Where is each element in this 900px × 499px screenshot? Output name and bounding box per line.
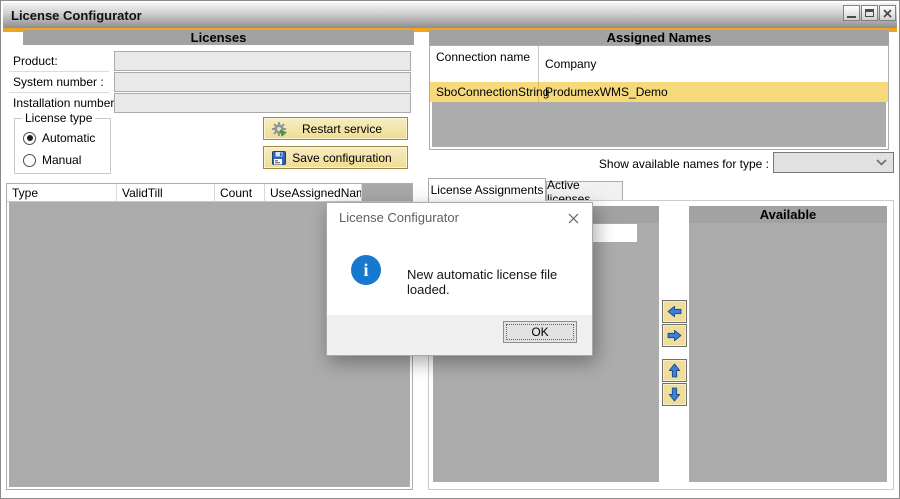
divider	[9, 92, 109, 93]
assigned-names-panel-header: Assigned Names	[429, 30, 889, 45]
arrow-up-icon	[668, 363, 681, 378]
licenses-table-header: Type ValidTill Count UseAssignedName	[7, 184, 412, 202]
type-filter-dropdown[interactable]	[773, 152, 894, 173]
save-configuration-label: Save configuration	[287, 151, 407, 165]
assigned-names-table-header: Connection name Company	[430, 46, 888, 82]
close-icon	[883, 9, 892, 18]
title-bar[interactable]: License Configurator	[3, 3, 897, 28]
available-list-body[interactable]	[689, 223, 887, 482]
save-icon	[271, 150, 287, 166]
chevron-down-icon	[876, 159, 887, 166]
column-type[interactable]: Type	[7, 184, 117, 202]
close-button[interactable]	[879, 5, 896, 21]
arrow-left-icon	[667, 305, 682, 318]
radio-automatic[interactable]: Automatic	[23, 131, 95, 145]
close-icon	[568, 213, 579, 224]
column-connection-name[interactable]: Connection name	[430, 46, 539, 82]
save-configuration-button[interactable]: Save configuration	[263, 146, 408, 169]
assigned-names-table: Connection name Company SboConnectionStr…	[429, 45, 889, 150]
minimize-icon	[847, 16, 856, 18]
window-title: License Configurator	[3, 8, 142, 23]
window-controls	[843, 5, 896, 21]
minimize-button[interactable]	[843, 5, 860, 21]
gear-refresh-icon	[271, 121, 287, 137]
assigned-names-list-body[interactable]	[432, 102, 886, 147]
dialog-close-button[interactable]	[562, 209, 584, 227]
restart-service-button[interactable]: Restart service	[263, 117, 408, 140]
tab-active-licenses[interactable]: Active licenses	[546, 181, 623, 201]
product-label: Product:	[13, 54, 58, 68]
license-type-group: License type Automatic Manual	[14, 118, 111, 174]
column-company[interactable]: Company	[539, 46, 888, 82]
column-count[interactable]: Count	[215, 184, 265, 202]
connection-name-cell: SboConnectionString	[430, 82, 539, 102]
product-input[interactable]	[114, 51, 411, 71]
divider	[9, 71, 109, 72]
license-type-legend: License type	[22, 111, 95, 125]
installation-number-input[interactable]	[114, 93, 411, 113]
available-subpanel-header: Available	[689, 206, 887, 223]
assigned-name-row[interactable]: SboConnectionString ProdumexWMS_Demo	[430, 82, 888, 102]
move-down-button[interactable]	[662, 383, 687, 406]
move-left-button[interactable]	[662, 300, 687, 323]
system-number-label: System number :	[13, 75, 104, 89]
dialog-title: License Configurator	[339, 210, 459, 225]
maximize-button[interactable]	[861, 5, 878, 21]
arrow-down-icon	[668, 387, 681, 402]
company-cell: ProdumexWMS_Demo	[539, 82, 888, 102]
show-available-names-label: Show available names for type :	[541, 157, 769, 171]
arrow-right-icon	[667, 329, 682, 342]
maximize-icon	[865, 9, 874, 17]
installation-number-label: Installation number:	[13, 96, 118, 110]
column-validtill[interactable]: ValidTill	[117, 184, 215, 202]
app-window: License Configurator Licenses Product: S…	[0, 0, 900, 499]
restart-service-label: Restart service	[287, 122, 407, 136]
move-up-button[interactable]	[662, 359, 687, 382]
system-number-input[interactable]	[114, 72, 411, 92]
radio-automatic-icon	[23, 132, 36, 145]
message-dialog: License Configurator i New automatic lic…	[326, 202, 593, 356]
radio-manual[interactable]: Manual	[23, 153, 81, 167]
tab-license-assignments[interactable]: License Assignments	[428, 178, 546, 201]
move-right-button[interactable]	[662, 324, 687, 347]
dialog-message: New automatic license file loaded.	[407, 267, 592, 297]
info-icon: i	[351, 255, 381, 285]
column-useassignedname[interactable]: UseAssignedName	[265, 184, 362, 202]
radio-manual-icon	[23, 154, 36, 167]
column-filler	[362, 184, 412, 202]
licenses-panel-header: Licenses	[23, 30, 414, 45]
ok-button[interactable]: OK	[503, 321, 577, 343]
